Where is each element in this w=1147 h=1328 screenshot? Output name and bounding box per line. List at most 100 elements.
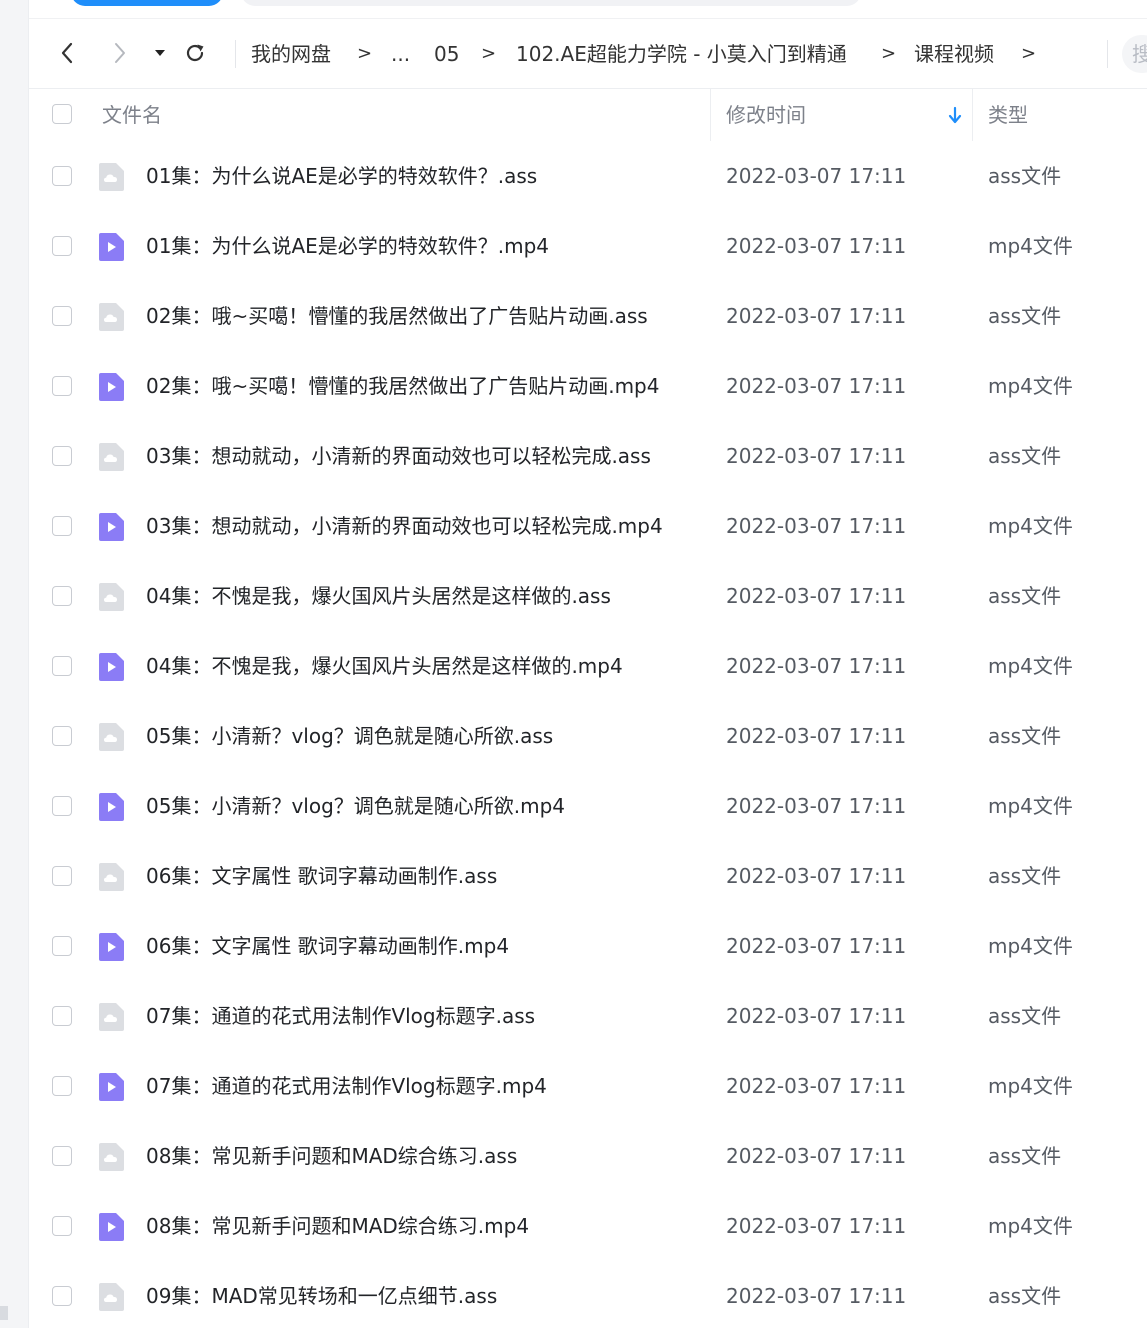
column-divider[interactable] bbox=[972, 89, 973, 141]
table-row[interactable]: 05集：小清新？vlog？调色就是随心所欲.ass 2022-03-07 17:1… bbox=[29, 701, 1147, 771]
breadcrumb-separator: > bbox=[357, 43, 373, 64]
select-all-checkbox[interactable] bbox=[52, 104, 72, 124]
file-list-panel: 我的网盘 > ... 05 > 102.AE超能力学院 - 小莫入门到精通 > … bbox=[28, 0, 1147, 1328]
table-row[interactable]: 07集：通道的花式用法制作Vlog标题字.ass 2022-03-07 17:11… bbox=[29, 981, 1147, 1051]
table-row[interactable]: 04集：不愧是我，爆火国风片头居然是这样做的.mp4 2022-03-07 17:… bbox=[29, 631, 1147, 701]
primary-tab[interactable] bbox=[71, 0, 223, 6]
navigation-bar: 我的网盘 > ... 05 > 102.AE超能力学院 - 小莫入门到精通 > … bbox=[29, 18, 1147, 88]
row-checkbox[interactable] bbox=[52, 166, 72, 186]
table-row[interactable]: 01集：为什么说AE是必学的特效软件？.ass 2022-03-07 17:11 a… bbox=[29, 141, 1147, 211]
file-name[interactable]: 04集：不愧是我，爆火国风片头居然是这样做的.mp4 bbox=[146, 652, 623, 680]
file-name[interactable]: 03集：想动就动，小清新的界面动效也可以轻松完成.mp4 bbox=[146, 512, 663, 540]
breadcrumb-course-folder[interactable]: 102.AE超能力学院 - 小莫入门到精通 bbox=[516, 40, 847, 68]
breadcrumb-root[interactable]: 我的网盘 bbox=[251, 40, 331, 68]
file-name[interactable]: 08集：常见新手问题和MAD综合练习.mp4 bbox=[146, 1212, 529, 1240]
table-row[interactable]: 05集：小清新？vlog？调色就是随心所欲.mp4 2022-03-07 17:1… bbox=[29, 771, 1147, 841]
file-type: ass文件 bbox=[988, 864, 1062, 888]
file-type: ass文件 bbox=[988, 444, 1062, 468]
row-checkbox[interactable] bbox=[52, 796, 72, 816]
row-checkbox[interactable] bbox=[52, 586, 72, 606]
breadcrumb-separator: > bbox=[1021, 43, 1037, 64]
file-name[interactable]: 01集：为什么说AE是必学的特效软件？.ass bbox=[146, 162, 537, 190]
chevron-right-icon bbox=[115, 43, 125, 63]
refresh-button[interactable] bbox=[181, 38, 209, 68]
file-type: ass文件 bbox=[988, 584, 1062, 608]
file-name[interactable]: 09集：MAD常见转场和一亿点细节.ass bbox=[146, 1282, 497, 1310]
file-name[interactable]: 03集：想动就动，小清新的界面动效也可以轻松完成.ass bbox=[146, 442, 651, 470]
file-type: mp4文件 bbox=[988, 654, 1073, 678]
file-modified-date: 2022-03-07 17:11 bbox=[726, 444, 907, 468]
table-row[interactable]: 08集：常见新手问题和MAD综合练习.ass 2022-03-07 17:11 as… bbox=[29, 1121, 1147, 1191]
row-checkbox[interactable] bbox=[52, 1146, 72, 1166]
file-list: 01集：为什么说AE是必学的特效软件？.ass 2022-03-07 17:11 a… bbox=[29, 141, 1147, 1328]
table-row[interactable]: 03集：想动就动，小清新的界面动效也可以轻松完成.ass 2022-03-07 1… bbox=[29, 421, 1147, 491]
breadcrumb-current[interactable]: 课程视频 bbox=[914, 40, 994, 68]
document-icon bbox=[99, 863, 124, 891]
file-name[interactable]: 06集：文字属性 歌词字幕动画制作.mp4 bbox=[146, 932, 509, 960]
row-checkbox[interactable] bbox=[52, 656, 72, 676]
column-header-type[interactable]: 类型 bbox=[988, 101, 1028, 129]
document-icon bbox=[99, 1283, 124, 1311]
table-row[interactable]: 02集：哦~买噶！懵懂的我居然做出了广告贴片动画.mp4 2022-03-07 1… bbox=[29, 351, 1147, 421]
file-name[interactable]: 07集：通道的花式用法制作Vlog标题字.mp4 bbox=[146, 1072, 547, 1100]
video-icon bbox=[99, 653, 124, 681]
nav-divider bbox=[1107, 40, 1108, 68]
table-row[interactable]: 03集：想动就动，小清新的界面动效也可以轻松完成.mp4 2022-03-07 1… bbox=[29, 491, 1147, 561]
file-name[interactable]: 07集：通道的花式用法制作Vlog标题字.ass bbox=[146, 1002, 535, 1030]
file-modified-date: 2022-03-07 17:11 bbox=[726, 1144, 907, 1168]
column-header-name[interactable]: 文件名 bbox=[102, 101, 162, 129]
row-checkbox[interactable] bbox=[52, 726, 72, 746]
file-type: ass文件 bbox=[988, 164, 1062, 188]
row-checkbox[interactable] bbox=[52, 1286, 72, 1306]
row-checkbox[interactable] bbox=[52, 866, 72, 886]
document-icon bbox=[99, 443, 124, 471]
row-checkbox[interactable] bbox=[52, 446, 72, 466]
file-modified-date: 2022-03-07 17:11 bbox=[726, 304, 907, 328]
table-row[interactable]: 04集：不愧是我，爆火国风片头居然是这样做的.ass 2022-03-07 17:… bbox=[29, 561, 1147, 631]
table-row[interactable]: 09集：MAD常见转场和一亿点细节.ass 2022-03-07 17:11 ass… bbox=[29, 1261, 1147, 1328]
file-name[interactable]: 04集：不愧是我，爆火国风片头居然是这样做的.ass bbox=[146, 582, 611, 610]
nav-divider bbox=[235, 40, 236, 68]
document-icon bbox=[99, 723, 124, 751]
forward-button[interactable] bbox=[106, 38, 134, 68]
rail-marker bbox=[0, 1306, 8, 1320]
video-icon bbox=[99, 1213, 124, 1241]
breadcrumb-separator: > bbox=[881, 43, 897, 64]
row-checkbox[interactable] bbox=[52, 236, 72, 256]
row-checkbox[interactable] bbox=[52, 306, 72, 326]
row-checkbox[interactable] bbox=[52, 1076, 72, 1096]
file-name[interactable]: 05集：小清新？vlog？调色就是随心所欲.mp4 bbox=[146, 792, 565, 820]
breadcrumb-ellipsis[interactable]: ... bbox=[391, 40, 410, 68]
row-checkbox[interactable] bbox=[52, 516, 72, 536]
document-icon bbox=[99, 1143, 124, 1171]
document-icon bbox=[99, 303, 124, 331]
video-icon bbox=[99, 933, 124, 961]
search-tab[interactable] bbox=[241, 0, 861, 6]
file-name[interactable]: 08集：常见新手问题和MAD综合练习.ass bbox=[146, 1142, 517, 1170]
row-checkbox[interactable] bbox=[52, 376, 72, 396]
table-row[interactable]: 01集：为什么说AE是必学的特效软件？.mp4 2022-03-07 17:11 m… bbox=[29, 211, 1147, 281]
breadcrumb-folder-05[interactable]: 05 bbox=[434, 40, 459, 68]
table-row[interactable]: 06集：文字属性 歌词字幕动画制作.mp4 2022-03-07 17:11 mp4… bbox=[29, 911, 1147, 981]
row-checkbox[interactable] bbox=[52, 936, 72, 956]
file-type: mp4文件 bbox=[988, 934, 1073, 958]
row-checkbox[interactable] bbox=[52, 1006, 72, 1026]
table-row[interactable]: 08集：常见新手问题和MAD综合练习.mp4 2022-03-07 17:11 mp… bbox=[29, 1191, 1147, 1261]
row-checkbox[interactable] bbox=[52, 1216, 72, 1236]
file-name[interactable]: 02集：哦~买噶！懵懂的我居然做出了广告贴片动画.ass bbox=[146, 302, 648, 330]
history-dropdown-button[interactable] bbox=[146, 38, 174, 68]
column-divider[interactable] bbox=[710, 89, 711, 141]
table-row[interactable]: 02集：哦~买噶！懵懂的我居然做出了广告贴片动画.ass 2022-03-07 1… bbox=[29, 281, 1147, 351]
sort-descending-icon[interactable] bbox=[947, 104, 963, 126]
table-row[interactable]: 07集：通道的花式用法制作Vlog标题字.mp4 2022-03-07 17:11… bbox=[29, 1051, 1147, 1121]
caret-down-icon bbox=[155, 50, 165, 56]
table-row[interactable]: 06集：文字属性 歌词字幕动画制作.ass 2022-03-07 17:11 ass… bbox=[29, 841, 1147, 911]
search-input[interactable]: 搜 bbox=[1122, 35, 1147, 73]
column-header-modified[interactable]: 修改时间 bbox=[726, 101, 806, 129]
file-name[interactable]: 05集：小清新？vlog？调色就是随心所欲.ass bbox=[146, 722, 553, 750]
file-name[interactable]: 06集：文字属性 歌词字幕动画制作.ass bbox=[146, 862, 497, 890]
file-name[interactable]: 02集：哦~买噶！懵懂的我居然做出了广告贴片动画.mp4 bbox=[146, 372, 659, 400]
file-name[interactable]: 01集：为什么说AE是必学的特效软件？.mp4 bbox=[146, 232, 549, 260]
back-button[interactable] bbox=[53, 38, 81, 68]
file-type: ass文件 bbox=[988, 1144, 1062, 1168]
